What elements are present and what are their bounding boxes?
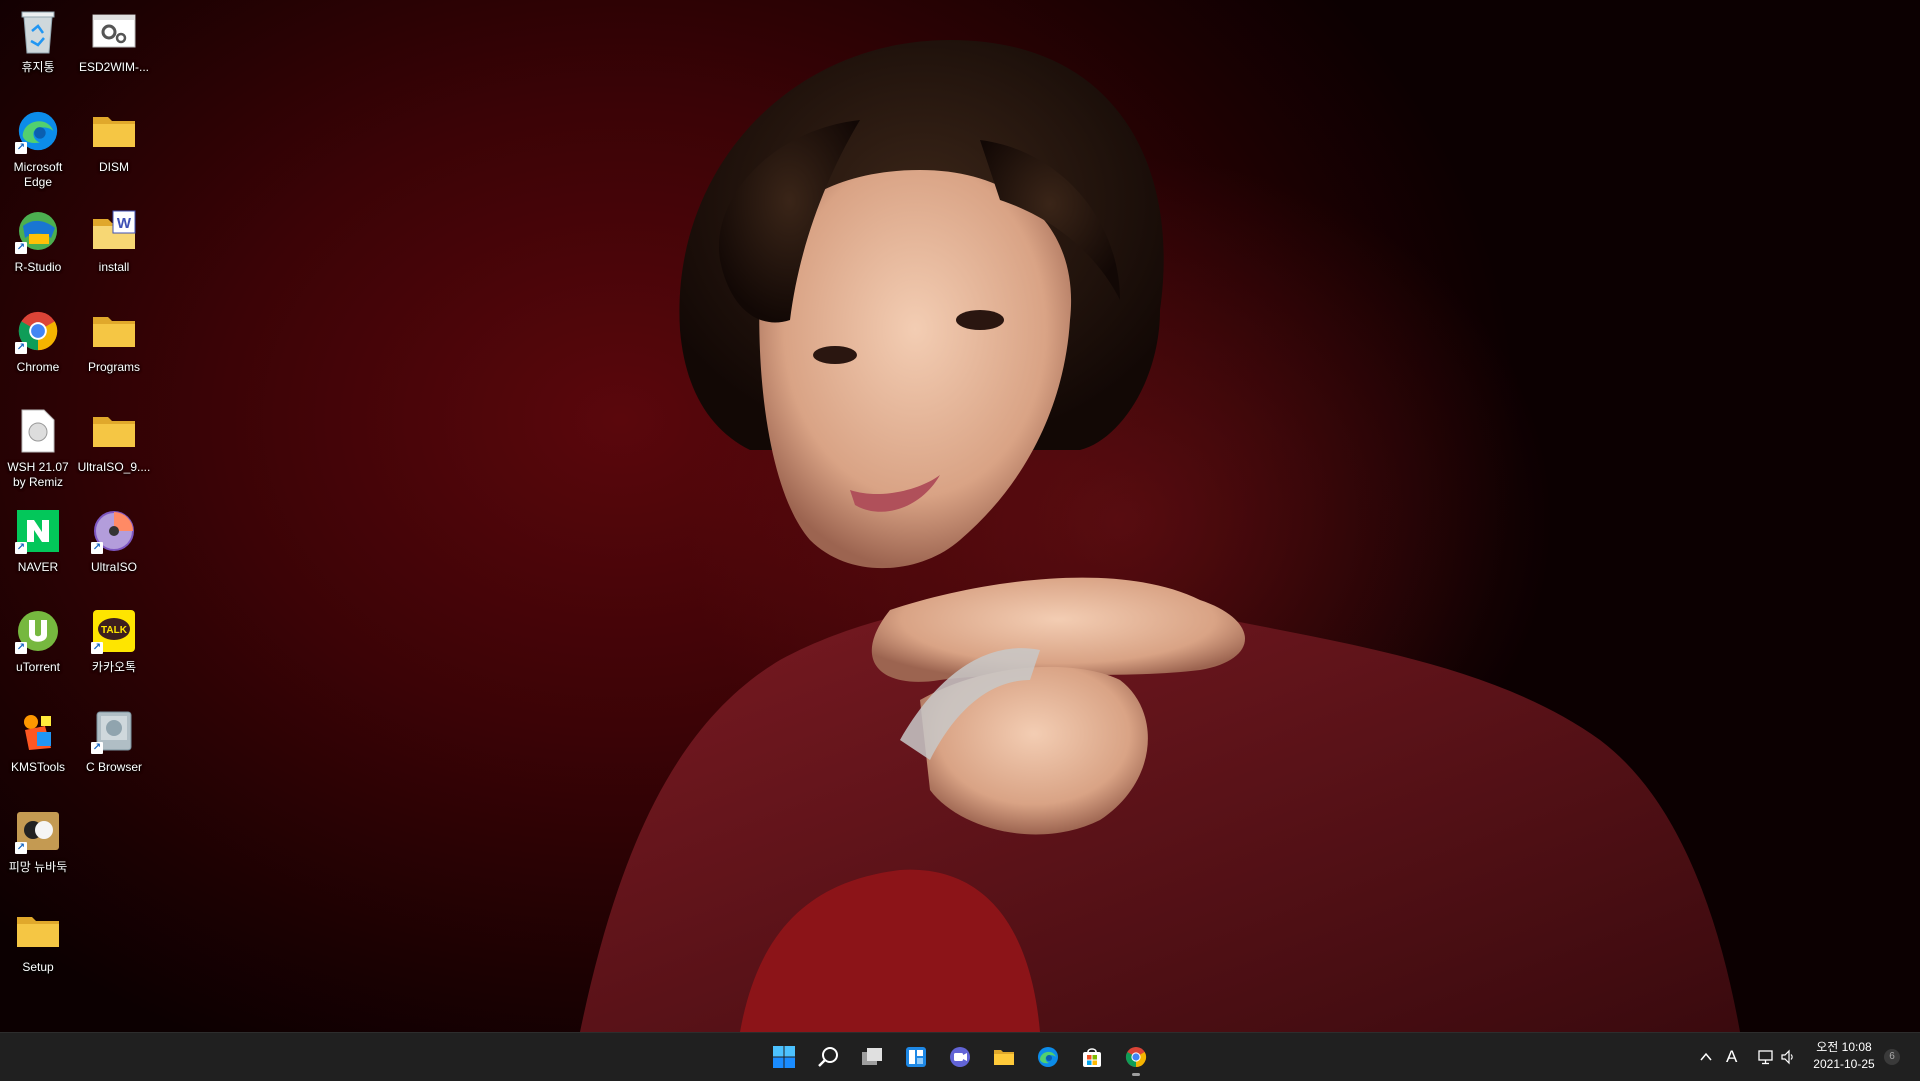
desktop-icon-label: 휴지통 — [21, 60, 55, 74]
desktop-icon[interactable]: TALK ↗ 카카오톡 — [76, 600, 152, 696]
c-browser-icon: ↗ — [89, 706, 139, 756]
file-icon — [13, 406, 63, 456]
desktop-icon[interactable]: Winstall — [76, 200, 152, 296]
kmstools-icon — [13, 706, 63, 756]
notification-count: 6 — [1889, 1051, 1895, 1062]
store-icon — [1083, 1048, 1101, 1067]
shortcut-arrow-icon: ↗ — [15, 142, 27, 154]
search-icon — [818, 1047, 838, 1067]
desktop-icon[interactable]: ↗ Chrome — [0, 300, 76, 396]
desktop-icon[interactable]: KMSTools — [0, 700, 76, 796]
chrome-taskbar-button[interactable] — [1116, 1037, 1156, 1077]
folder-icon — [89, 106, 139, 156]
file-explorer-icon — [994, 1050, 1014, 1065]
kakaotalk-icon: TALK ↗ — [89, 606, 139, 656]
folder-icon — [89, 306, 139, 356]
chat-icon — [950, 1047, 970, 1067]
desktop-icon-label: C Browser — [85, 760, 142, 774]
edge-taskbar-button[interactable] — [1028, 1037, 1068, 1077]
desktop-icon-label: ESD2WIM-... — [78, 60, 149, 74]
r-studio-icon: ↗ — [13, 206, 63, 256]
clock[interactable]: 오전 10:08 2021-10-25 — [1806, 1039, 1882, 1075]
desktop-icon[interactable]: ↗ UltraISO — [76, 500, 152, 596]
widgets-button[interactable] — [896, 1037, 936, 1077]
desktop-icon-label: KMSTools — [10, 760, 66, 774]
desktop-icon-label: UltraISO — [90, 560, 137, 574]
shortcut-arrow-icon: ↗ — [91, 742, 103, 754]
shortcut-arrow-icon: ↗ — [15, 242, 27, 254]
folder-word-icon: W — [89, 206, 139, 256]
desktop-icon[interactable]: Programs — [76, 300, 152, 396]
wallpaper-portrait — [580, 40, 1740, 1032]
desktop-icon[interactable]: DISM — [76, 100, 152, 196]
desktop-icon-label: 카카오톡 — [91, 660, 137, 674]
desktop-icon-label: Programs — [87, 360, 140, 374]
desktop-icon-label: NAVER — [17, 560, 59, 574]
svg-text:TALK: TALK — [101, 625, 128, 636]
folder-icon — [13, 906, 63, 956]
task-view-button[interactable] — [852, 1037, 892, 1077]
desktop-icon-label: 피망 뉴바둑 — [8, 860, 68, 874]
settings-app-icon — [89, 6, 139, 56]
naver-icon: ↗ — [13, 506, 63, 556]
search-button[interactable] — [808, 1037, 848, 1077]
desktop-icon[interactable]: ↗ R-Studio — [0, 200, 76, 296]
desktop-icon-label: Microsoft Edge — [13, 160, 63, 189]
desktop-icon[interactable]: ↗ uTorrent — [0, 600, 76, 696]
desktop-icon-label: install — [98, 260, 130, 274]
desktop-icon[interactable]: Setup — [0, 900, 76, 996]
folder-icon — [89, 406, 139, 456]
desktop-icon-label: uTorrent — [15, 660, 61, 674]
clock-time: 오전 10:08 — [1816, 1040, 1872, 1054]
shortcut-arrow-icon: ↗ — [91, 542, 103, 554]
desktop-icon-label: UltraISO_9.... — [77, 460, 151, 474]
network-icon — [1758, 1050, 1773, 1065]
chrome-icon — [1125, 1047, 1147, 1068]
shortcut-arrow-icon: ↗ — [15, 542, 27, 554]
desktop-icon-label: Setup — [22, 960, 54, 974]
start-icon — [773, 1046, 795, 1068]
desktop-wallpaper — [0, 0, 1920, 1032]
volume-icon — [1781, 1049, 1793, 1065]
desktop-icon[interactable]: WSH 21.07 by Remiz — [0, 400, 76, 496]
volume-button[interactable] — [1776, 1037, 1800, 1077]
chrome-icon: ↗ — [13, 306, 63, 356]
clock-date: 2021-10-25 — [1813, 1057, 1875, 1071]
task-view-icon — [862, 1048, 882, 1065]
edge-icon: ↗ — [13, 106, 63, 156]
chevron-up-icon — [1700, 1052, 1712, 1061]
desktop-icon[interactable]: ↗ NAVER — [0, 500, 76, 596]
taskbar: A 오전 10:08 2021-10-25 6 — [0, 1032, 1920, 1081]
show-hidden-icons-button[interactable] — [1694, 1037, 1718, 1077]
ultraiso-icon: ↗ — [89, 506, 139, 556]
desktop-icon-label: R-Studio — [14, 260, 62, 274]
pmang-baduk-icon: ↗ — [13, 806, 63, 856]
shortcut-arrow-icon: ↗ — [15, 842, 27, 854]
desktop-icon-label: WSH 21.07 by Remiz — [7, 460, 69, 489]
desktop-icon[interactable]: ↗ Microsoft Edge — [0, 100, 76, 196]
ime-indicator[interactable]: A — [1726, 1047, 1737, 1067]
shortcut-arrow-icon: ↗ — [15, 642, 27, 654]
widgets-icon — [906, 1047, 926, 1067]
desktop-icon-label: Chrome — [16, 360, 60, 374]
start-button[interactable] — [764, 1037, 804, 1077]
desktop-icon-label: DISM — [99, 160, 129, 174]
svg-text:W: W — [117, 215, 132, 232]
desktop-icon[interactable]: ↗ 피망 뉴바둑 — [0, 800, 76, 896]
notification-badge[interactable]: 6 — [1884, 1049, 1900, 1065]
desktop-icon[interactable]: 휴지통 — [0, 0, 76, 96]
chat-button[interactable] — [940, 1037, 980, 1077]
edge-icon — [1038, 1047, 1058, 1067]
desktop-icon[interactable]: ↗ C Browser — [76, 700, 152, 796]
shortcut-arrow-icon: ↗ — [91, 642, 103, 654]
utorrent-icon: ↗ — [13, 606, 63, 656]
file-explorer-button[interactable] — [984, 1037, 1024, 1077]
shortcut-arrow-icon: ↗ — [15, 342, 27, 354]
running-indicator — [1132, 1073, 1140, 1076]
recycle-bin-icon — [13, 6, 63, 56]
desktop-icon[interactable]: UltraISO_9.... — [76, 400, 152, 496]
desktop-icon[interactable]: ESD2WIM-... — [76, 0, 152, 96]
store-button[interactable] — [1072, 1037, 1112, 1077]
